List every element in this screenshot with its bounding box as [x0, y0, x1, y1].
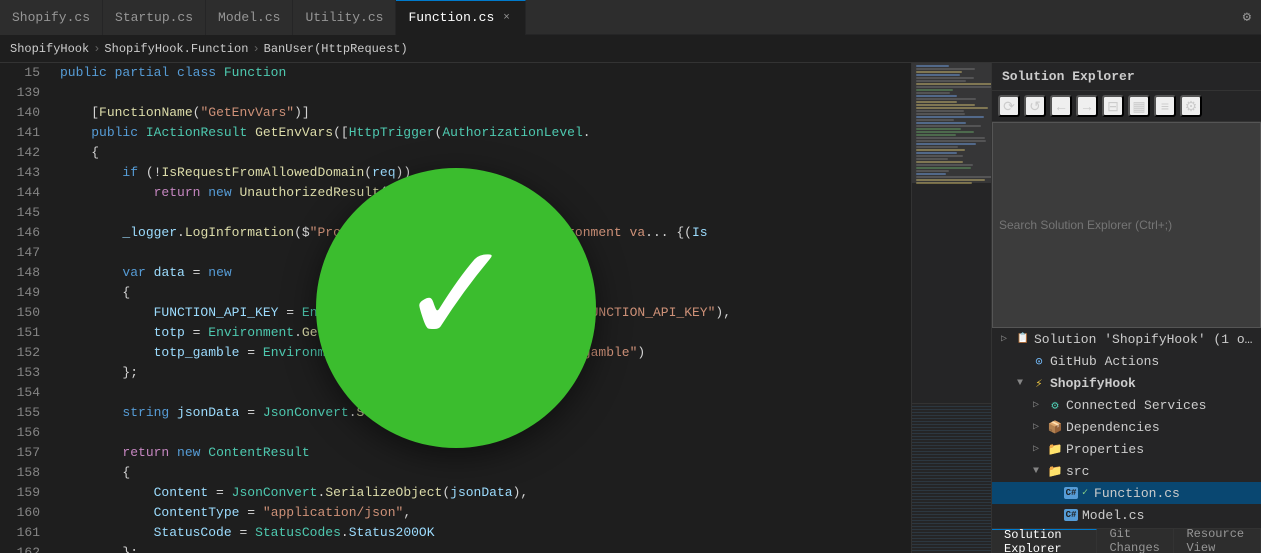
tree-file-icon: C#	[1063, 507, 1079, 523]
panel-toolbar: ⟳ ↺ ← → ⊟ ▦ ≡ ⚙	[992, 91, 1261, 122]
tree-item-label: Solution 'ShopifyHook' (1 of 1 project)	[1034, 332, 1257, 347]
tree-item[interactable]: ▷📋Solution 'ShopifyHook' (1 of 1 project…	[992, 328, 1261, 350]
tree-chevron-icon	[1044, 507, 1060, 523]
tree-item-label: Model.cs	[1082, 508, 1144, 523]
tree-item-label: Properties	[1066, 442, 1144, 457]
tab-function-cs[interactable]: Function.cs ×	[396, 0, 525, 35]
tree-item-label: Connected Services	[1066, 398, 1206, 413]
tree-item[interactable]: ▷📁Properties	[992, 438, 1261, 460]
tree-item-label: Function.cs	[1094, 486, 1180, 501]
panel-title: Solution Explorer	[992, 63, 1261, 91]
line-numbers: 1513914014114214314414514614714814915015…	[0, 63, 50, 553]
breadcrumb-banuser[interactable]: BanUser(HttpRequest)	[264, 42, 408, 56]
tree-file-icon: ⚙	[1047, 397, 1063, 413]
tree-file-icon: ⚡	[1031, 375, 1047, 391]
tree-item-label: Dependencies	[1066, 420, 1160, 435]
tab-label: Startup.cs	[115, 10, 193, 25]
tab-close-icon[interactable]: ×	[500, 11, 513, 25]
tree-file-icon: C#	[1063, 485, 1079, 501]
tab-label: Function.cs	[408, 10, 494, 25]
tree-item[interactable]: ▷⚙Connected Services	[992, 394, 1261, 416]
solution-search-input[interactable]	[992, 122, 1261, 328]
tree-file-icon: 📋	[1015, 331, 1031, 347]
tree-item-label: GitHub Actions	[1050, 354, 1159, 369]
solution-tree: ▷📋Solution 'ShopifyHook' (1 of 1 project…	[992, 328, 1261, 528]
tree-chevron-icon: ▷	[1028, 397, 1044, 413]
tree-chevron-icon: ▼	[1028, 463, 1044, 479]
back-button[interactable]: ←	[1050, 95, 1072, 117]
tab-utility-cs[interactable]: Utility.cs	[293, 0, 396, 35]
tab-toolbar: ⚙	[1243, 9, 1261, 26]
settings-button[interactable]: ⚙	[1180, 95, 1202, 117]
solution-panel: Solution Explorer ⟳ ↺ ← → ⊟ ▦ ≡ ⚙ ▷📋Solu…	[991, 63, 1261, 553]
code-editor[interactable]: 1513914014114214314414514614714814915015…	[0, 63, 911, 553]
tree-item-label: ShopifyHook	[1050, 376, 1136, 391]
breadcrumb-function[interactable]: ShopifyHook.Function	[104, 42, 248, 56]
tree-chevron-icon: ▷	[996, 331, 1012, 347]
show-all-button[interactable]: ▦	[1128, 95, 1150, 117]
forward-button[interactable]: →	[1076, 95, 1098, 117]
panel-title-label: Solution Explorer	[1002, 69, 1135, 84]
tab-model-cs[interactable]: Model.cs	[206, 0, 293, 35]
tree-chevron-icon	[1044, 485, 1060, 501]
tree-file-icon: 📁	[1047, 441, 1063, 457]
bottom-tab-solution-explorer[interactable]: Solution Explorer	[992, 529, 1097, 553]
tab-startup-cs[interactable]: Startup.cs	[103, 0, 206, 35]
minimap-content	[912, 63, 991, 553]
tree-item-label: src	[1066, 464, 1089, 479]
tab-label: Model.cs	[218, 10, 280, 25]
tree-item[interactable]: ⊙GitHub Actions	[992, 350, 1261, 372]
tree-chevron-icon	[1012, 353, 1028, 369]
bottom-tab-git-changes[interactable]: Git Changes	[1097, 529, 1174, 553]
tree-chevron-icon: ▷	[1028, 441, 1044, 457]
settings-icon[interactable]: ⚙	[1243, 9, 1251, 26]
minimap[interactable]	[911, 63, 991, 553]
breadcrumb-sep-2: ›	[252, 42, 259, 56]
tab-label: Shopify.cs	[12, 10, 90, 25]
tree-chevron-icon: ▼	[1012, 375, 1028, 391]
tree-item[interactable]: C#Model.cs	[992, 504, 1261, 526]
breadcrumb-sep-1: ›	[93, 42, 100, 56]
checkmark-icon: ✓	[407, 223, 503, 383]
tree-item[interactable]: ▼⚡ShopifyHook	[992, 372, 1261, 394]
tree-file-icon: 📁	[1047, 463, 1063, 479]
tree-file-icon: ⊙	[1031, 353, 1047, 369]
breadcrumb-shopifyhook[interactable]: ShopifyHook	[10, 42, 89, 56]
success-overlay: ✓	[316, 168, 596, 448]
minimap-thumb-inner	[912, 404, 991, 553]
tree-item[interactable]: C#✓ Function.cs	[992, 482, 1261, 504]
sync-button[interactable]: ⟳	[998, 95, 1020, 117]
minimap-thumbnail	[912, 403, 991, 553]
filter-button[interactable]: ≡	[1154, 95, 1176, 117]
tree-item[interactable]: ▼📁src	[992, 460, 1261, 482]
bottom-tab-resource-view[interactable]: Resource View	[1174, 529, 1261, 553]
main-area: 1513914014114214314414514614714814915015…	[0, 63, 1261, 553]
check-icon: ✓	[1082, 487, 1088, 499]
breadcrumb-bar: ShopifyHook › ShopifyHook.Function › Ban…	[0, 35, 1261, 63]
refresh-button[interactable]: ↺	[1024, 95, 1046, 117]
tab-bar: Shopify.cs Startup.cs Model.cs Utility.c…	[0, 0, 1261, 35]
tree-file-icon: 📦	[1047, 419, 1063, 435]
tab-shopify-cs[interactable]: Shopify.cs	[0, 0, 103, 35]
tree-item[interactable]: ▷📦Dependencies	[992, 416, 1261, 438]
collapse-button[interactable]: ⊟	[1102, 95, 1124, 117]
tree-chevron-icon: ▷	[1028, 419, 1044, 435]
tab-label: Utility.cs	[305, 10, 383, 25]
bottom-tabs: Solution ExplorerGit ChangesResource Vie…	[992, 528, 1261, 553]
minimap-viewport	[912, 63, 991, 183]
